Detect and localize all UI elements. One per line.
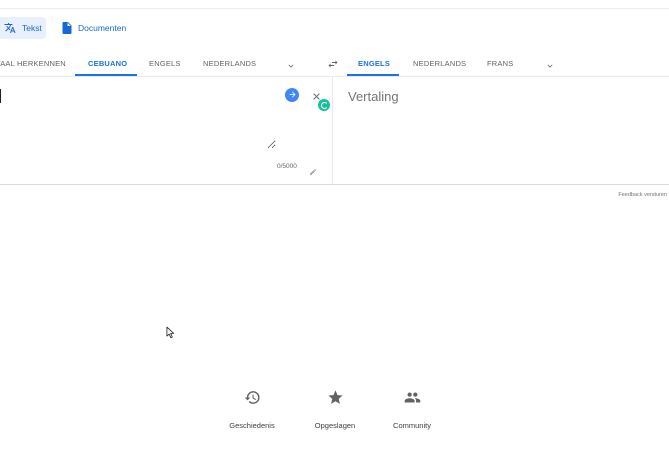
- translate-icon: [4, 22, 16, 34]
- language-bar-divider: [0, 76, 669, 77]
- tab-label: ENGELS: [149, 58, 181, 68]
- tab-target-frans[interactable]: FRANS: [487, 50, 513, 76]
- tab-source-nederlands[interactable]: NEDERLANDS: [203, 50, 256, 76]
- tab-label: ENGELS: [358, 58, 391, 68]
- star-icon: [300, 387, 370, 407]
- documenten-mode-button[interactable]: Documenten: [56, 17, 134, 39]
- tab-label: FRANS: [487, 58, 514, 68]
- document-icon: [62, 22, 72, 34]
- tab-source-cebuano[interactable]: CEBUANO: [88, 50, 127, 76]
- tab-label: CEBUANO: [88, 58, 128, 68]
- history-button[interactable]: Geschiedenis: [217, 387, 287, 430]
- grammarly-icon[interactable]: [317, 98, 331, 112]
- tekst-mode-label: Tekst: [22, 23, 42, 33]
- people-icon: [377, 387, 447, 407]
- text-caret: [0, 89, 1, 103]
- documenten-mode-label: Documenten: [78, 23, 127, 33]
- saved-label: Opgeslagen: [314, 421, 356, 430]
- swap-languages-button[interactable]: [327, 57, 339, 75]
- target-more-languages-button[interactable]: [545, 58, 555, 76]
- translation-output: Vertaling: [348, 89, 399, 104]
- top-divider: [0, 8, 669, 9]
- arrow-right-icon: [288, 86, 297, 104]
- chevron-down-icon: [545, 58, 555, 75]
- handwriting-button[interactable]: [309, 163, 317, 181]
- tab-target-nederlands[interactable]: NEDERLANDS: [413, 50, 466, 76]
- source-more-languages-button[interactable]: [286, 58, 296, 76]
- community-label: Community: [393, 421, 431, 430]
- source-text-input[interactable]: [2, 85, 276, 149]
- tab-label: NEDERLANDS: [413, 58, 467, 68]
- panels-bottom-divider: [0, 184, 669, 185]
- panel-divider: [332, 77, 333, 184]
- history-label: Geschiedenis: [229, 421, 275, 430]
- feedback-link[interactable]: Feedback versturen: [618, 192, 667, 198]
- character-counter: 0/5000: [277, 163, 297, 170]
- tab-source-engels[interactable]: ENGELS: [149, 50, 181, 76]
- tekst-mode-button[interactable]: Tekst: [0, 17, 46, 39]
- saved-button[interactable]: Opgeslagen: [300, 387, 370, 430]
- history-icon: [217, 387, 287, 407]
- community-button[interactable]: Community: [377, 387, 447, 430]
- swap-icon: [327, 57, 339, 74]
- tab-detect-language[interactable]: TAAL HERKENNEN: [0, 50, 66, 76]
- tab-label: TAAL HERKENNEN: [0, 58, 66, 68]
- tab-target-engels[interactable]: ENGELS: [358, 50, 390, 76]
- tab-label: NEDERLANDS: [203, 58, 257, 68]
- mouse-cursor-icon: [166, 326, 175, 344]
- pen-icon: [309, 163, 317, 180]
- translate-go-button[interactable]: [285, 88, 299, 102]
- chevron-down-icon: [286, 58, 296, 75]
